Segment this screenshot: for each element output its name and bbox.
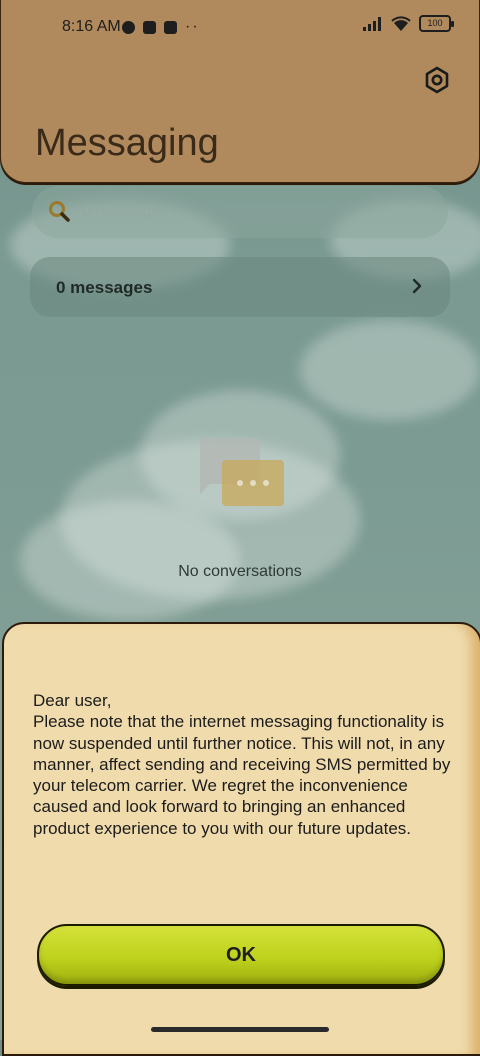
chevron-right-icon	[412, 278, 422, 294]
wifi-icon	[391, 15, 411, 31]
messages-count-label: 0 messages	[56, 278, 153, 297]
signal-icon	[363, 16, 381, 31]
ok-button[interactable]: OK	[37, 924, 445, 986]
search-placeholder: 0 messages	[82, 203, 169, 220]
page-title: Messaging	[35, 122, 219, 164]
upload-notification-icon	[164, 20, 177, 34]
status-time: 8:16 AM	[62, 18, 121, 35]
gear-icon[interactable]	[423, 66, 451, 94]
search-icon	[49, 201, 70, 222]
messages-folder-row[interactable]: 0 messages	[30, 257, 450, 317]
search-input[interactable]: 0 messages	[32, 186, 448, 238]
app-notification-icon	[122, 20, 135, 34]
status-indicators: 100	[363, 15, 454, 32]
square-notification-icon	[143, 20, 156, 34]
empty-state-text: No conversations	[178, 563, 302, 580]
more-notifications-icon: ··	[185, 18, 200, 35]
home-indicator[interactable]	[151, 1027, 329, 1032]
battery-icon: 100	[419, 15, 454, 32]
chat-bubbles-icon	[199, 438, 284, 506]
notice-dialog: Dear user, Please note that the internet…	[2, 622, 480, 1056]
notification-icons: ··	[122, 18, 200, 36]
app-header: 8:16 AM ·· 100 Messaging	[0, 0, 480, 183]
dialog-message: Dear user, Please note that the internet…	[33, 691, 451, 838]
